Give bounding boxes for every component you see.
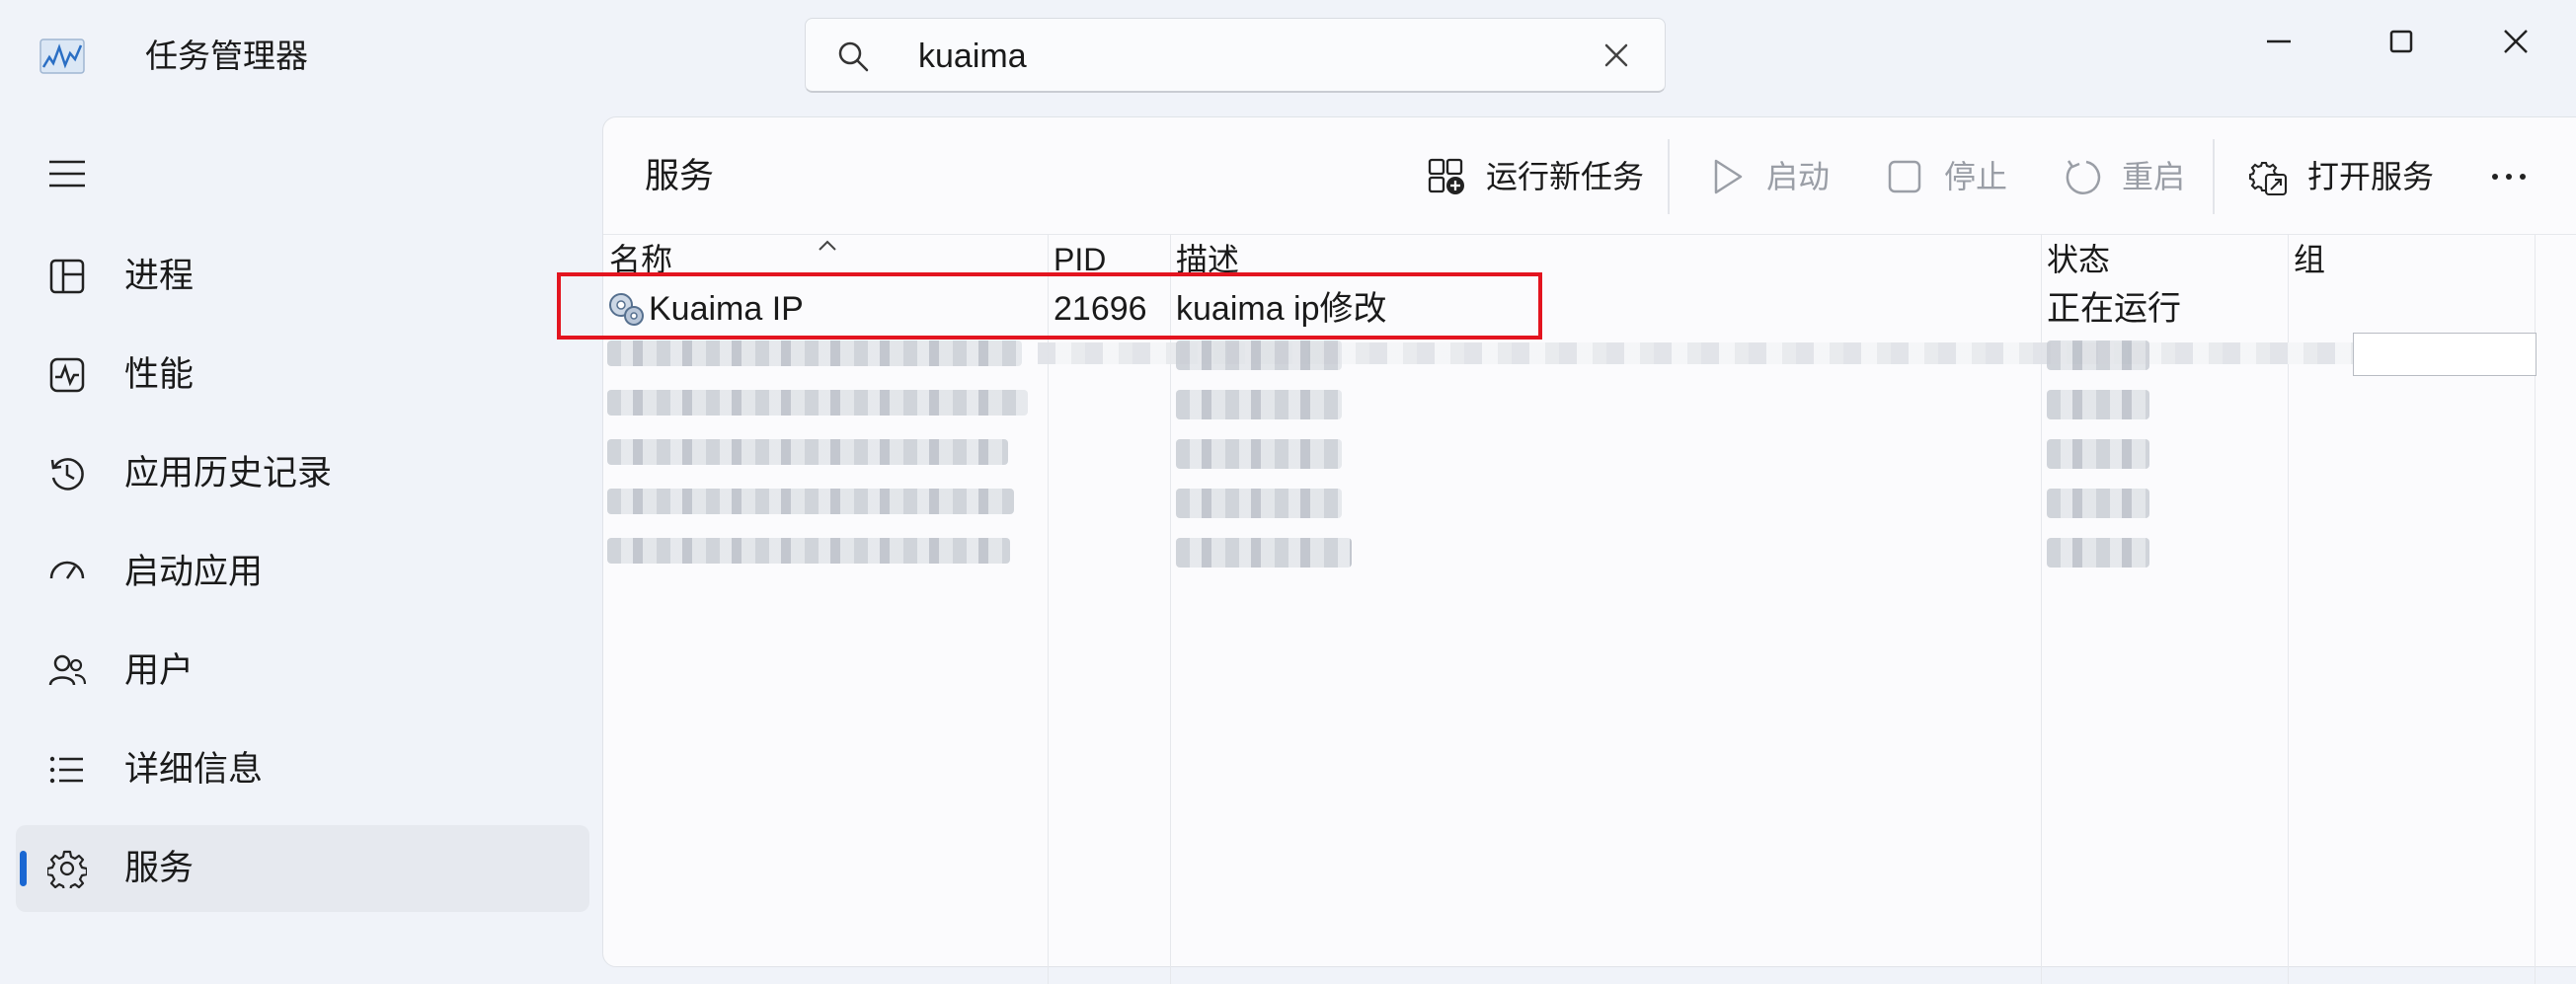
close-icon	[2504, 30, 2528, 53]
nav-label-users: 用户	[124, 651, 195, 690]
redacted-description	[1176, 538, 1352, 568]
nav-item-performance[interactable]: 性能	[16, 332, 589, 418]
maximize-icon	[2389, 30, 2413, 53]
nav-label-startup-apps: 启动应用	[124, 553, 264, 591]
redacted-name	[607, 489, 1014, 514]
group-input-box	[2353, 333, 2537, 376]
redacted-description	[1176, 390, 1342, 419]
table-header-divider	[603, 234, 2576, 235]
users-icon	[48, 654, 87, 686]
startup-apps-icon	[49, 561, 85, 579]
redacted-status	[2047, 439, 2149, 469]
nav-item-services[interactable]: 服务	[16, 825, 589, 912]
maximize-button[interactable]	[2362, 14, 2441, 69]
column-header-status[interactable]: 状态	[2047, 240, 2110, 279]
search-box[interactable]	[805, 18, 1666, 93]
run-new-task-label: 运行新任务	[1486, 159, 1645, 194]
run-new-task-icon	[1428, 158, 1464, 194]
redacted-status	[2047, 538, 2149, 568]
nav-label-app-history: 应用历史记录	[124, 454, 333, 492]
highlight-annotation-box	[557, 272, 1542, 340]
processes-icon	[49, 259, 85, 294]
redacted-name	[607, 538, 1010, 564]
task-manager-app-icon	[39, 38, 85, 74]
services-icon	[47, 850, 87, 888]
redacted-status	[2047, 341, 2149, 370]
nav-item-details[interactable]: 详细信息	[16, 726, 589, 813]
restart-icon	[2066, 160, 2101, 194]
redacted-description	[1176, 439, 1342, 469]
nav-label-performance: 性能	[124, 355, 195, 394]
search-input[interactable]	[916, 31, 1513, 82]
services-panel: 服务 运行新任务 启动 停止 重启 打开服务 名称 PID 描述 状态 组 Ku…	[602, 116, 2576, 984]
performance-icon	[49, 357, 85, 393]
redacted-name	[607, 439, 1008, 465]
nav-item-app-history[interactable]: 应用历史记录	[16, 430, 589, 517]
cell-status: 正在运行	[2047, 290, 2181, 328]
app-title: 任务管理器	[145, 38, 308, 74]
start-label: 启动	[1766, 159, 1831, 194]
stop-icon	[1888, 160, 1921, 193]
selected-indicator	[20, 851, 27, 886]
toolbar-separator	[1668, 139, 1670, 214]
clear-search-icon[interactable]	[1601, 40, 1631, 70]
sort-ascending-icon[interactable]	[817, 238, 838, 252]
hamburger-menu-icon[interactable]	[47, 158, 87, 189]
close-window-button[interactable]	[2476, 14, 2555, 69]
nav-label-details: 详细信息	[124, 750, 264, 789]
redacted-name	[607, 390, 1028, 416]
open-services-icon	[2248, 161, 2288, 196]
stop-label: 停止	[1944, 159, 2008, 194]
play-icon	[1714, 159, 1743, 194]
nav-item-processes[interactable]: 进程	[16, 233, 589, 320]
redacted-status	[2047, 390, 2149, 419]
redacted-name	[607, 341, 1022, 366]
open-services-label: 打开服务	[2307, 159, 2435, 194]
column-header-group[interactable]: 组	[2294, 240, 2325, 279]
restart-label: 重启	[2122, 159, 2186, 194]
redacted-status	[2047, 489, 2149, 518]
nav-label-services: 服务	[124, 849, 195, 887]
redacted-description	[1176, 341, 1342, 370]
search-icon	[838, 41, 869, 72]
minimize-button[interactable]	[2239, 14, 2318, 69]
redacted-description	[1176, 489, 1342, 518]
more-options-icon	[2492, 174, 2526, 180]
minimize-icon	[2267, 39, 2291, 43]
nav-label-processes: 进程	[124, 257, 195, 295]
toolbar-separator	[2213, 139, 2215, 214]
nav-item-users[interactable]: 用户	[16, 628, 589, 715]
app-history-icon	[50, 458, 84, 491]
page-title: 服务	[645, 157, 715, 195]
details-icon	[49, 756, 83, 784]
nav-item-startup-apps[interactable]: 启动应用	[16, 529, 589, 616]
